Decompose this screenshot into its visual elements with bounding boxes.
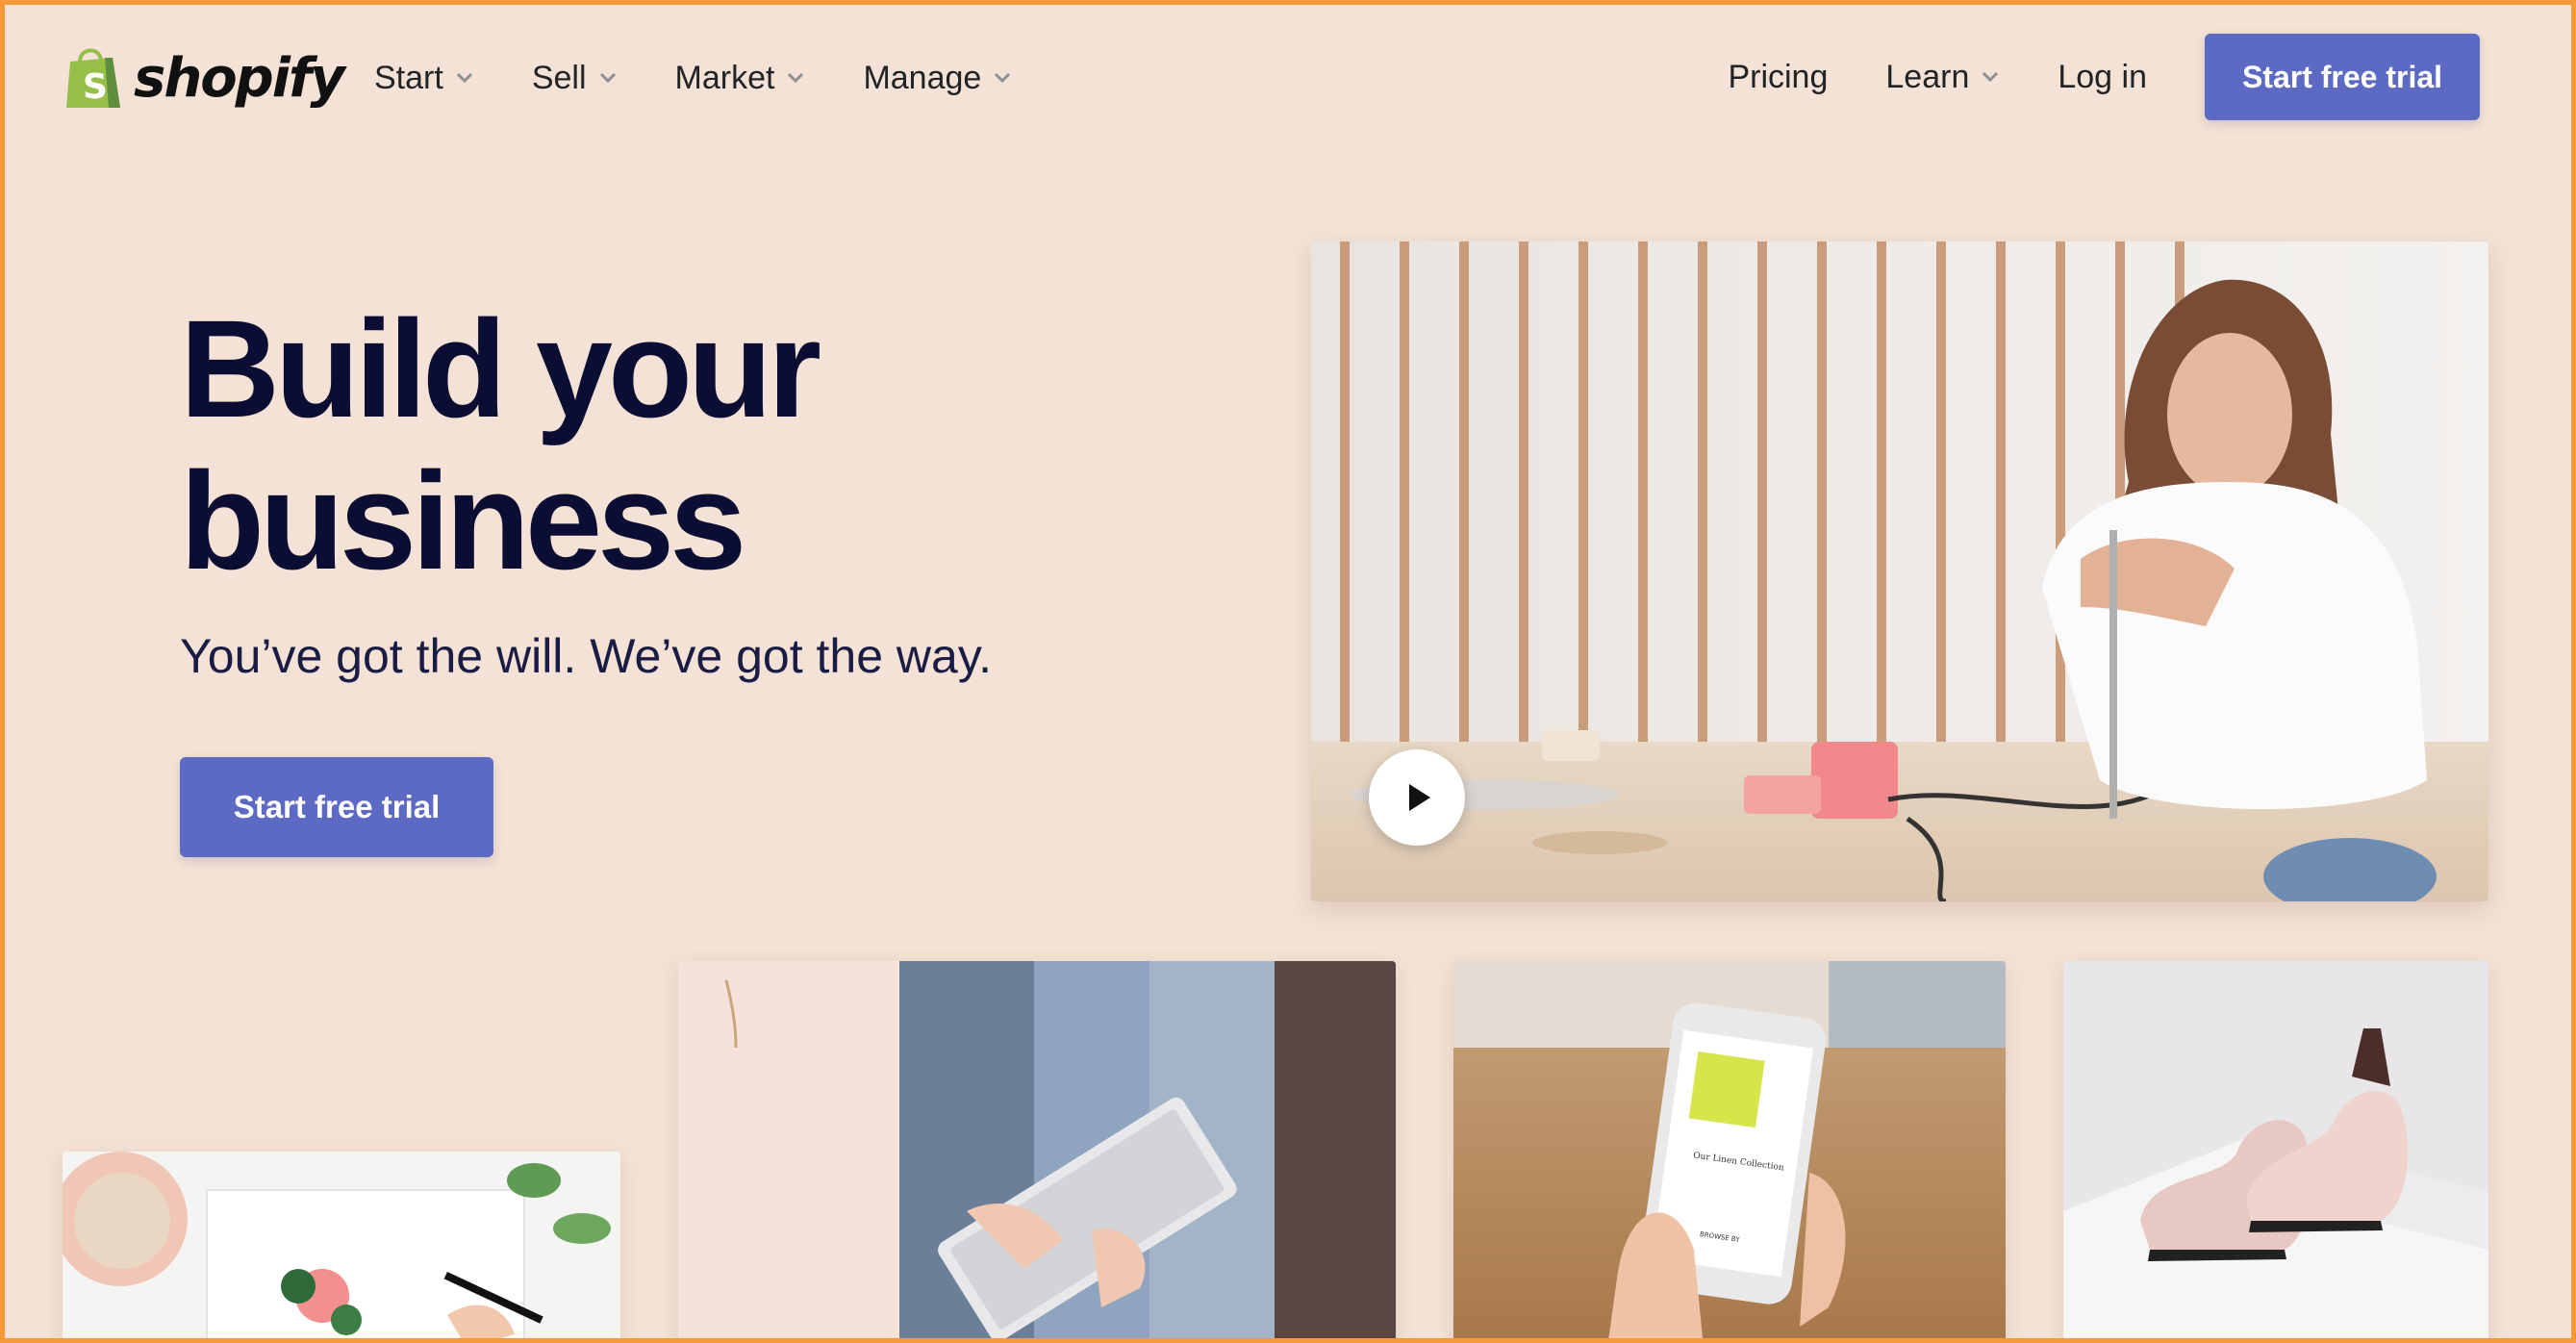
secondary-menu: Pricing Learn Log in Start free trial <box>1728 34 2480 120</box>
svg-text:S: S <box>83 67 108 107</box>
chevron-down-icon <box>1983 71 1999 83</box>
nav-item-sell[interactable]: Sell <box>532 60 618 97</box>
hero-title-line2: business <box>180 443 746 598</box>
nav-item-label: Learn <box>1885 58 1970 95</box>
nav-item-label: Manage <box>863 59 982 96</box>
shopping-bag-icon: S <box>66 48 120 108</box>
woman-crafting-image <box>1311 241 2488 901</box>
shopify-logo[interactable]: S shopify <box>63 41 345 114</box>
notebook-sketch-image <box>63 1152 620 1338</box>
shoes-image-art <box>2063 961 2488 1338</box>
primary-menu: Start Sell Market Manage <box>374 51 1012 105</box>
logo-wordmark: shopify <box>134 46 345 110</box>
page: S shopify Start Sell Market Manage Prici… <box>0 0 2576 1343</box>
tablet-clothing-image-art <box>678 961 1396 1338</box>
nav-item-pricing[interactable]: Pricing <box>1728 59 1828 96</box>
tablet-clothing-image <box>678 961 1396 1338</box>
shoes-image <box>2063 961 2488 1338</box>
chevron-down-icon <box>788 72 804 84</box>
phone-store-image-art: Our Linen Collection BROWSE BY <box>1453 961 2006 1338</box>
login-link[interactable]: Log in <box>2058 59 2147 96</box>
notebook-sketch-image-art <box>63 1152 620 1338</box>
phone-store-image: Our Linen Collection BROWSE BY <box>1453 961 2006 1338</box>
hero-title-line1: Build your <box>180 291 821 446</box>
nav-item-start[interactable]: Start <box>374 60 474 97</box>
nav-item-label: Start <box>374 59 443 96</box>
hero-video-thumbnail[interactable] <box>1311 241 2488 901</box>
nav-start-trial-button[interactable]: Start free trial <box>2205 34 2480 120</box>
nav-item-label: Sell <box>531 59 587 96</box>
hero-start-trial-button[interactable]: Start free trial <box>180 757 493 857</box>
nav-item-manage[interactable]: Manage <box>863 60 1012 97</box>
hero-title: Build your business <box>180 293 1046 597</box>
play-button[interactable] <box>1369 749 1465 846</box>
nav-item-label: Pricing <box>1728 58 1829 95</box>
nav-item-learn[interactable]: Learn <box>1885 59 2000 96</box>
hero-subtitle: You’ve got the will. We’ve got the way. <box>180 629 992 683</box>
chevron-down-icon <box>995 72 1011 84</box>
chevron-down-icon <box>599 72 616 84</box>
login-label: Log in <box>2058 58 2147 95</box>
nav-item-label: Market <box>674 59 775 96</box>
top-navigation: S shopify Start Sell Market Manage Prici… <box>5 5 2571 149</box>
play-icon <box>1409 784 1430 811</box>
nav-item-market[interactable]: Market <box>675 60 806 97</box>
chevron-down-icon <box>456 72 472 84</box>
